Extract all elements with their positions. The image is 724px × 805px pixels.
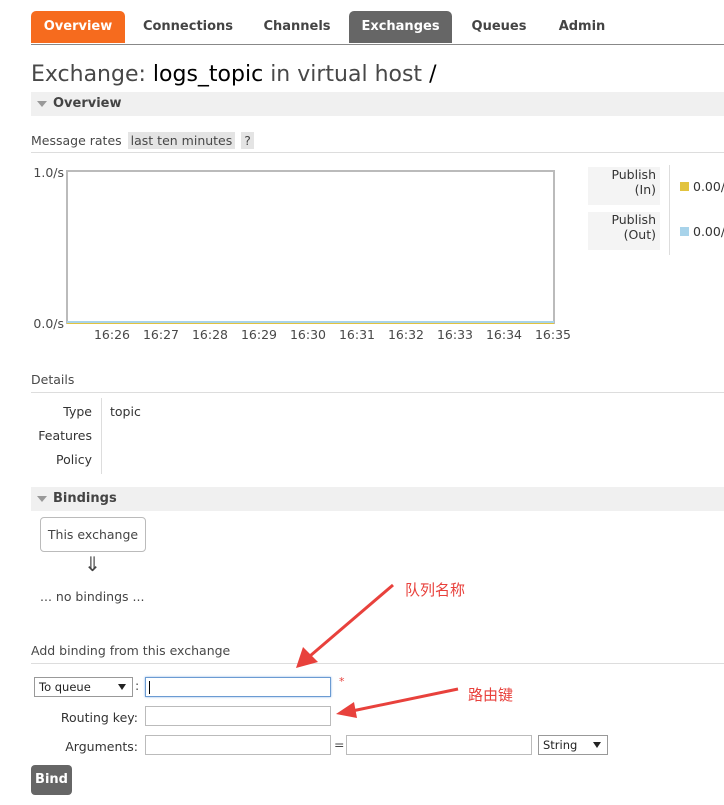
x-tick-label: 16:29 — [241, 327, 277, 342]
destination-colon: : — [135, 678, 140, 693]
legend-value-publish-in: 0.00/ — [693, 179, 724, 194]
detail-label-policy: Policy — [56, 452, 92, 467]
legend-item-publish-out: Publish (Out) — [588, 212, 660, 250]
bindings-section-header[interactable]: Bindings — [31, 487, 724, 511]
overview-header-label: Overview — [53, 96, 122, 111]
arguments-label: Arguments: — [65, 739, 138, 754]
x-tick-label: 16:30 — [290, 327, 326, 342]
detail-value-type: topic — [110, 404, 141, 419]
argument-type-value: String — [543, 738, 578, 752]
legend-label-line1: Publish — [611, 212, 656, 227]
no-bindings-text: ... no bindings ... — [40, 589, 145, 604]
x-tick-label: 16:28 — [192, 327, 228, 342]
x-tick-label: 16:33 — [437, 327, 473, 342]
legend-divider — [669, 165, 670, 255]
details-header: Details — [31, 372, 724, 393]
x-tick-label: 16:31 — [339, 327, 375, 342]
message-rates-header: Message rates last ten minutes ? — [31, 132, 724, 153]
vhost-name: / — [429, 62, 437, 87]
destination-type-value: To queue — [39, 680, 91, 694]
destination-type-select[interactable]: To queue — [34, 677, 133, 697]
title-prefix: Exchange: — [31, 62, 146, 87]
y-tick-label: 0.0/s — [33, 316, 64, 331]
range-selector[interactable]: last ten minutes — [127, 132, 236, 149]
message-rates-label: Message rates — [31, 133, 122, 148]
destination-name-input[interactable] — [145, 677, 331, 697]
legend-swatch-publish-in — [680, 182, 689, 191]
legend-label-line1: Publish — [611, 167, 656, 182]
collapse-triangle-icon — [37, 496, 47, 502]
equals-sign: = — [334, 737, 345, 752]
bind-button[interactable]: Bind — [31, 765, 72, 795]
annotation-queue-name: 队列名称 — [405, 581, 466, 599]
text-cursor — [149, 681, 150, 694]
down-arrow-icon: ⇓ — [84, 552, 101, 576]
tab-exchanges[interactable]: Exchanges — [349, 11, 452, 43]
page-title: Exchange: logs_topic in virtual host / — [31, 62, 436, 87]
tab-channels[interactable]: Channels — [253, 11, 341, 43]
legend-swatch-publish-out — [680, 227, 689, 236]
x-tick-label: 16:32 — [388, 327, 424, 342]
annotation-routing-key: 路由键 — [468, 686, 514, 704]
argument-value-input[interactable] — [346, 735, 532, 755]
details-header-label: Details — [31, 372, 75, 387]
detail-label-type: Type — [63, 404, 92, 419]
argument-type-select[interactable]: String — [538, 735, 608, 755]
annotation-arrow-routing-head — [336, 702, 357, 718]
chart-plot-area — [66, 170, 555, 324]
this-exchange-box: This exchange — [40, 517, 146, 552]
help-button[interactable]: ? — [241, 132, 254, 149]
annotation-arrow-routing-shaft — [351, 687, 459, 713]
tab-connections[interactable]: Connections — [131, 11, 245, 43]
tab-overview[interactable]: Overview — [31, 11, 125, 43]
required-mark: * — [339, 675, 345, 688]
tab-admin[interactable]: Admin — [543, 11, 621, 43]
argument-key-input[interactable] — [145, 735, 331, 755]
legend-value-publish-out: 0.00/ — [693, 224, 724, 239]
add-binding-header-label: Add binding from this exchange — [31, 643, 231, 658]
bindings-header-label: Bindings — [53, 491, 117, 506]
collapse-triangle-icon — [37, 101, 47, 107]
detail-label-features: Features — [38, 428, 92, 443]
x-tick-label: 16:26 — [94, 327, 130, 342]
dropdown-arrow-icon — [593, 742, 601, 748]
x-tick-label: 16:35 — [535, 327, 571, 342]
details-divider — [101, 398, 102, 474]
x-tick-label: 16:34 — [486, 327, 522, 342]
dropdown-arrow-icon — [118, 684, 126, 690]
y-tick-label: 1.0/s — [33, 165, 64, 180]
routing-key-label: Routing key: — [60, 710, 138, 725]
add-binding-header: Add binding from this exchange — [31, 643, 724, 664]
x-tick-label: 16:27 — [143, 327, 179, 342]
title-middle: in virtual host — [270, 62, 423, 87]
routing-key-input[interactable] — [145, 706, 331, 726]
tab-queues[interactable]: Queues — [461, 11, 537, 43]
legend-item-publish-in: Publish (In) — [588, 167, 660, 205]
exchange-name: logs_topic — [152, 62, 264, 87]
legend-label-line2: (In) — [634, 182, 656, 197]
main-nav: Overview Connections Channels Exchanges … — [31, 11, 724, 45]
message-rates-chart: 1.0/s 0.0/s 16:26 16:27 16:28 16:29 16:30 16:3… — [33, 165, 571, 342]
overview-section-header[interactable]: Overview — [31, 92, 724, 116]
legend-label-line2: (Out) — [623, 227, 656, 242]
